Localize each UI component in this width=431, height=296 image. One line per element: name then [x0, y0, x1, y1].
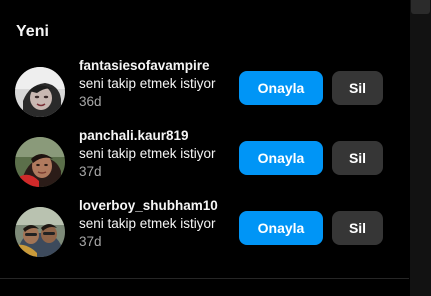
- request-text: panchali.kaur819 seni takip etmek istiyo…: [79, 127, 229, 181]
- avatar-image: [15, 67, 65, 117]
- timestamp: 37d: [79, 164, 102, 179]
- message-text: seni takip etmek istiyor: [79, 216, 216, 231]
- confirm-button[interactable]: Onayla: [239, 211, 323, 245]
- scrollbar-thumb[interactable]: [411, 0, 430, 14]
- follow-request-item[interactable]: loverboy_shubham10 seni takip etmek isti…: [0, 197, 409, 267]
- delete-button[interactable]: Sil: [332, 211, 383, 245]
- delete-button[interactable]: Sil: [332, 71, 383, 105]
- timestamp: 37d: [79, 234, 102, 249]
- follow-request-item[interactable]: fantasiesofavampire seni takip etmek ist…: [0, 57, 409, 127]
- avatar[interactable]: [15, 67, 65, 117]
- request-text: fantasiesofavampire seni takip etmek ist…: [79, 57, 229, 111]
- avatar-image: [15, 137, 65, 187]
- request-message: seni takip etmek istiyor 36d: [79, 75, 229, 111]
- avatar-image: [15, 207, 65, 257]
- message-text: seni takip etmek istiyor: [79, 76, 216, 91]
- follow-request-item[interactable]: panchali.kaur819 seni takip etmek istiyo…: [0, 127, 409, 197]
- request-message: seni takip etmek istiyor 37d: [79, 215, 229, 251]
- message-text: seni takip etmek istiyor: [79, 146, 216, 161]
- avatar[interactable]: [15, 137, 65, 187]
- username[interactable]: fantasiesofavampire: [79, 57, 229, 75]
- username[interactable]: loverboy_shubham10: [79, 197, 229, 215]
- section-divider: [0, 278, 409, 279]
- confirm-button[interactable]: Onayla: [239, 141, 323, 175]
- scrollbar[interactable]: [410, 0, 431, 296]
- avatar[interactable]: [15, 207, 65, 257]
- delete-button[interactable]: Sil: [332, 141, 383, 175]
- request-message: seni takip etmek istiyor 37d: [79, 145, 229, 181]
- confirm-button[interactable]: Onayla: [239, 71, 323, 105]
- section-title: Yeni: [16, 23, 49, 40]
- username[interactable]: panchali.kaur819: [79, 127, 229, 145]
- request-text: loverboy_shubham10 seni takip etmek isti…: [79, 197, 229, 251]
- timestamp: 36d: [79, 94, 102, 109]
- notifications-panel: Yeni fantasiesofavampire seni takip etme…: [0, 0, 409, 296]
